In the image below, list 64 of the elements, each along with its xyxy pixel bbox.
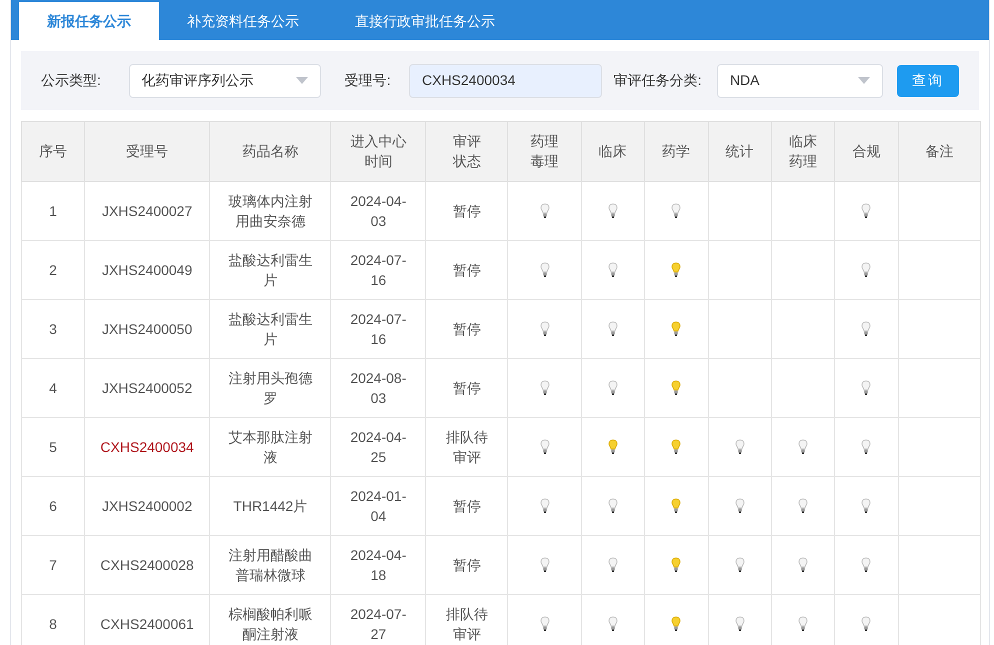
table-cell: 8 [49,616,57,632]
query-button[interactable]: 查询 [896,64,959,96]
accept-number: JXHS2400050 [102,320,192,336]
column-header: 药理毒理 [530,132,560,171]
column-header: 合规 [852,142,880,161]
filter-label: 审评任务分类: [614,71,703,90]
column-header: 药学 [662,142,690,161]
table-cell: 2024-08-03 [350,370,406,406]
accept-number: JXHS2400002 [102,498,192,514]
table-cell: 3 [49,320,57,336]
accept-number: CXHS2400028 [100,556,194,572]
table-cell: 2024-04-25 [350,429,406,465]
column-header: 统计 [726,142,754,161]
accept-number: CXHS2400061 [100,616,194,632]
table-cell: 暂停 [452,557,481,573]
tab[interactable]: 新报任务公示 [19,2,159,40]
table-cell: 4 [49,380,57,396]
table-cell: 2 [49,262,57,278]
table-cell: 2024-07-16 [350,252,406,288]
column-header: 序号 [39,142,68,161]
table-cell: 玻璃体内注射用曲安奈德 [228,193,312,229]
filter-label: 公示类型: [41,71,102,90]
table-cell: 暂停 [452,203,481,219]
table-cell: 棕榈酸帕利哌酮注射液 [228,606,312,642]
table-cell: 暂停 [452,262,481,278]
table-cell: 2024-01-04 [350,488,406,524]
tab[interactable]: 补充资料任务公示 [159,2,327,40]
table-cell: 5 [49,438,57,454]
table-cell: 排队待审评 [446,606,488,642]
table-cell: 注射用头孢德罗 [228,370,312,406]
category-select[interactable]: NDA [716,64,883,98]
column-header: 临床 [598,142,627,161]
accept-number: CXHS2400034 [100,438,194,454]
table-cell: 6 [49,498,57,514]
table-cell: 盐酸达利雷生片 [228,311,312,347]
table-cell: 7 [49,556,57,572]
accept-number: JXHS2400049 [102,262,192,278]
column-header: 进入中心时间 [349,132,408,171]
table-cell: 注射用醋酸曲普瑞林微球 [228,547,312,583]
table-cell: 2024-04-18 [350,547,406,583]
table-cell: 2024-07-27 [350,606,406,642]
table-cell: 2024-07-16 [350,311,406,347]
dropdown-caret-icon [296,77,308,84]
accept-number: JXHS2400052 [102,380,192,396]
table-cell: 2024-04-03 [350,193,406,229]
accept-number: JXHS2400027 [102,202,192,218]
table-cell: 暂停 [452,321,481,337]
tab[interactable]: 直接行政审批任务公示 [327,2,523,40]
type-select[interactable]: 化药审评序列公示 [128,64,321,98]
table-cell: 盐酸达利雷生片 [228,252,312,288]
filter-label: 受理号: [344,71,392,90]
table-cell: 1 [49,202,57,218]
column-header: 备注 [925,142,954,161]
table-cell: THR1442片 [233,498,308,514]
table-cell: 艾本那肽注射液 [228,429,312,465]
accept-number-field[interactable]: CXHS2400034 [409,64,602,98]
table-cell: 排队待审评 [446,429,488,465]
column-header: 受理号 [126,142,168,161]
table-cell: 暂停 [452,380,481,396]
column-header: 审评状态 [452,132,482,171]
column-header: 临床药理 [788,132,818,171]
column-header: 药品名称 [242,142,298,161]
table-cell: 暂停 [452,498,481,514]
dropdown-caret-icon [858,77,870,84]
